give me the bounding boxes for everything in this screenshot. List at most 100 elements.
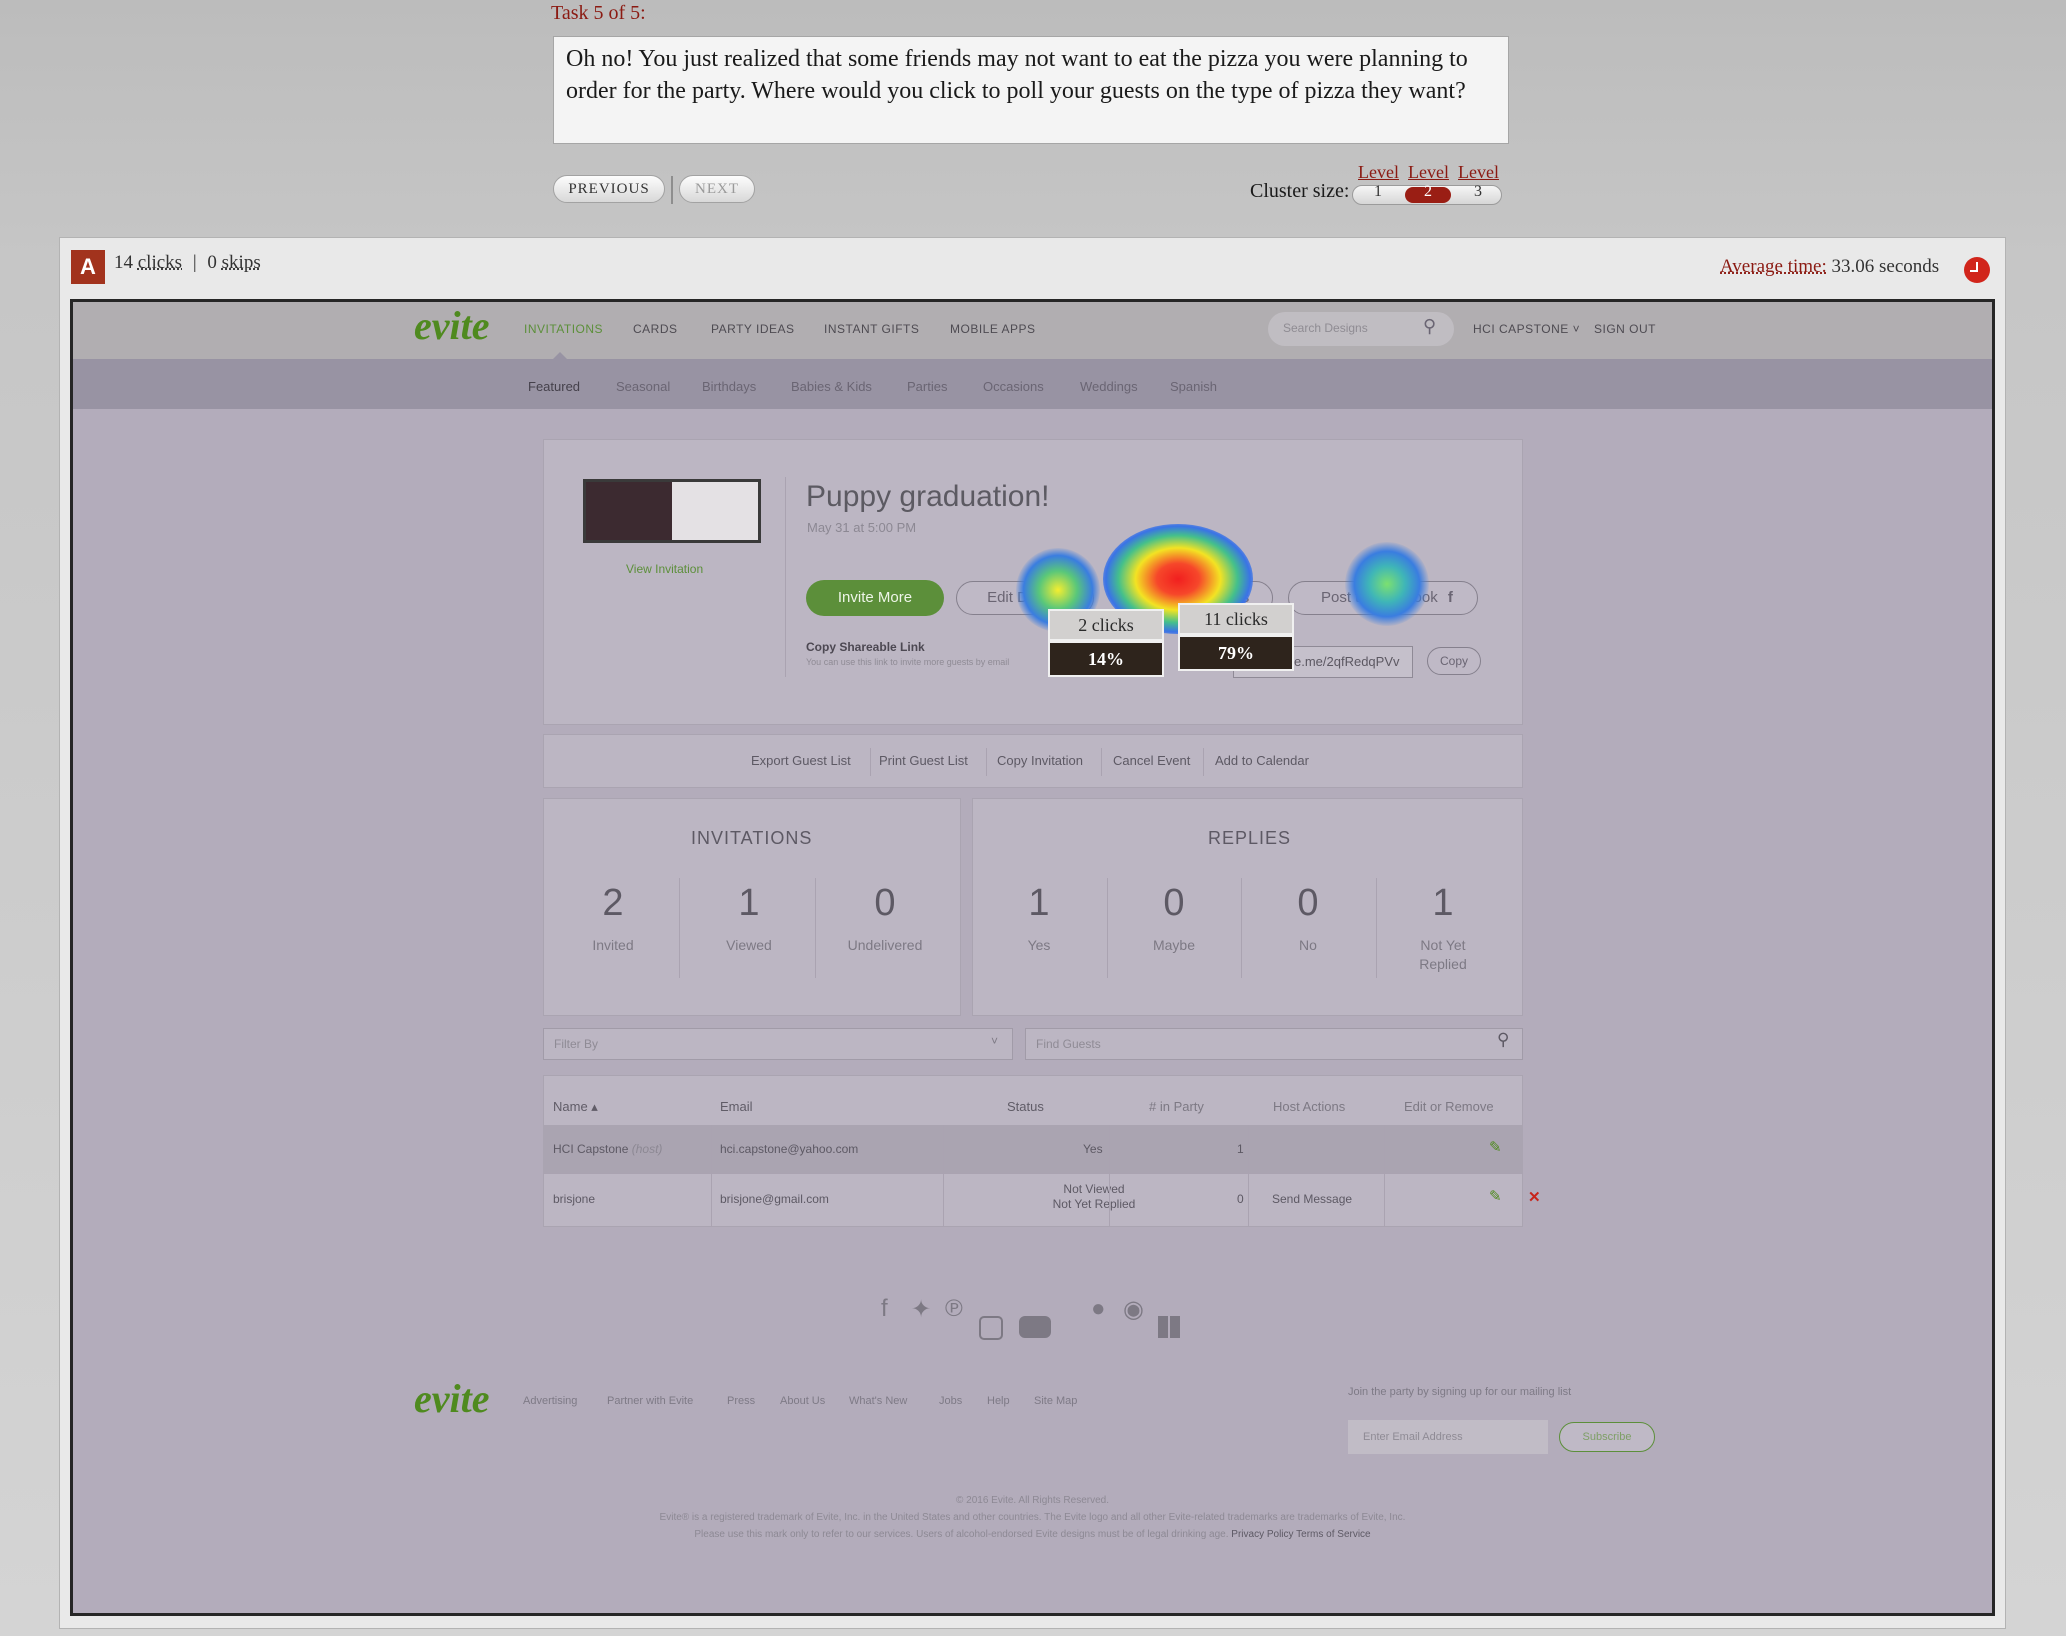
copy-link-label: Copy Shareable Link: [806, 640, 925, 654]
cluster-percent-label: 14%: [1048, 641, 1164, 677]
category-birthdays[interactable]: Birthdays: [702, 379, 756, 394]
legal-text-2-body: Please use this mark only to refer to ou…: [694, 1529, 1229, 1540]
guest-status: Not Viewed Not Yet Replied: [1043, 1182, 1145, 1212]
level-2-link[interactable]: Level: [1408, 162, 1449, 183]
nav-invitations[interactable]: INVITATIONS: [524, 322, 603, 336]
level-3-link[interactable]: Level: [1458, 162, 1499, 183]
undelivered-label: Undelivered: [847, 937, 923, 953]
cluster-option-1[interactable]: 1: [1358, 183, 1398, 201]
footer-site-map[interactable]: Site Map: [1034, 1395, 1077, 1407]
host-tag: (host): [631, 1142, 663, 1156]
nav-mobile-apps[interactable]: MOBILE APPS: [950, 322, 1036, 336]
guest-email: brisjone@gmail.com: [720, 1192, 829, 1206]
yes-count: 1: [1028, 882, 1050, 924]
undelivered-count: 0: [874, 882, 896, 924]
search-icon[interactable]: ⚲: [1497, 1030, 1509, 1050]
action-divider: [1203, 748, 1204, 776]
add-to-calendar-link[interactable]: Add to Calendar: [1215, 753, 1309, 768]
action-divider: [870, 748, 871, 776]
skip-count: 0: [207, 252, 217, 273]
action-divider: [1101, 748, 1102, 776]
mailing-list-text: Join the party by signing up for our mai…: [1348, 1386, 1572, 1398]
cluster-option-3[interactable]: 3: [1458, 183, 1498, 201]
export-guest-list-link[interactable]: Export Guest List: [751, 753, 851, 768]
copy-link-button[interactable]: Copy: [1427, 647, 1481, 675]
footer-about-us[interactable]: About Us: [780, 1395, 825, 1407]
cluster-option-2[interactable]: 2: [1408, 183, 1448, 201]
invited-label: Invited: [592, 937, 634, 953]
previous-button[interactable]: PREVIOUS: [553, 175, 665, 203]
apple-icon[interactable]: ●: [1091, 1295, 1106, 1323]
send-message-link[interactable]: Send Message: [1272, 1192, 1352, 1206]
sign-out-link[interactable]: SIGN OUT: [1594, 322, 1656, 336]
account-menu[interactable]: HCI CAPSTONE ˅: [1473, 322, 1580, 336]
category-babies-kids[interactable]: Babies & Kids: [791, 379, 872, 394]
filter-select[interactable]: Filter By: [543, 1028, 1013, 1060]
footer-help[interactable]: Help: [987, 1395, 1010, 1407]
nav-instant-gifts[interactable]: INSTANT GIFTS: [824, 322, 919, 336]
footer-advertising[interactable]: Advertising: [523, 1395, 577, 1407]
row-divider: [543, 1173, 1523, 1174]
windows-icon[interactable]: [1158, 1316, 1180, 1338]
category-weddings[interactable]: Weddings: [1080, 379, 1138, 394]
category-parties[interactable]: Parties: [907, 379, 947, 394]
facebook-icon[interactable]: f: [881, 1295, 888, 1323]
level-1-link[interactable]: Level: [1358, 162, 1399, 183]
heatmap-spot-post-facebook: [1345, 542, 1429, 626]
terms-of-service-link[interactable]: Terms of Service: [1296, 1529, 1370, 1540]
mailing-email-input[interactable]: Enter Email Address: [1348, 1420, 1548, 1454]
invited-count: 2: [602, 882, 624, 924]
footer-press[interactable]: Press: [727, 1395, 755, 1407]
category-occasions[interactable]: Occasions: [983, 379, 1044, 394]
copyright-text: © 2016 Evite. All Rights Reserved.: [956, 1495, 1109, 1506]
search-placeholder: Search Designs: [1283, 321, 1368, 335]
yes-label: Yes: [1027, 937, 1051, 953]
col-name[interactable]: Name ▴: [553, 1099, 598, 1115]
pinterest-icon[interactable]: ℗: [945, 1295, 963, 1323]
privacy-policy-link[interactable]: Privacy Policy: [1231, 1529, 1293, 1540]
footer-partner[interactable]: Partner with Evite: [607, 1395, 693, 1407]
category-seasonal[interactable]: Seasonal: [616, 379, 670, 394]
android-icon[interactable]: ◉: [1123, 1295, 1144, 1324]
col-host-actions: Host Actions: [1273, 1099, 1346, 1114]
subscribe-button[interactable]: Subscribe: [1559, 1422, 1655, 1452]
search-icon[interactable]: ⚲: [1423, 316, 1436, 337]
click-stats: 14 clicks | 0 skips: [114, 252, 261, 273]
category-row: Featured Seasonal Birthdays Babies & Kid…: [73, 359, 1992, 409]
skips-link[interactable]: skips: [222, 252, 261, 273]
nav-party-ideas[interactable]: PARTY IDEAS: [711, 322, 795, 336]
edit-pencil-icon[interactable]: ✎: [1489, 1187, 1502, 1205]
guest-status: Yes: [1083, 1142, 1103, 1156]
cancel-event-link[interactable]: Cancel Event: [1113, 753, 1190, 768]
col-divider: [1109, 1125, 1110, 1227]
facebook-icon: f: [1447, 589, 1453, 606]
youtube-icon[interactable]: [1019, 1316, 1051, 1338]
find-guests-input[interactable]: Find Guests: [1025, 1028, 1523, 1060]
evite-logo[interactable]: evite: [414, 302, 490, 349]
cluster-percent-label: 79%: [1178, 635, 1294, 671]
copy-invitation-link[interactable]: Copy Invitation: [997, 753, 1083, 768]
invitation-thumbnail[interactable]: [583, 479, 761, 543]
nav-cards[interactable]: CARDS: [633, 322, 678, 336]
instagram-icon[interactable]: [979, 1316, 1003, 1340]
footer-jobs[interactable]: Jobs: [939, 1395, 962, 1407]
heatmap-screenshot[interactable]: evite INVITATIONS CARDS PARTY IDEAS INST…: [70, 299, 1995, 1616]
clicks-link[interactable]: clicks: [138, 252, 182, 273]
edit-pencil-icon[interactable]: ✎: [1489, 1138, 1502, 1156]
action-divider: [986, 748, 987, 776]
footer-whats-new[interactable]: What's New: [849, 1395, 907, 1407]
category-spanish[interactable]: Spanish: [1170, 379, 1217, 394]
print-guest-list-link[interactable]: Print Guest List: [879, 753, 968, 768]
remove-x-icon[interactable]: ✕: [1528, 1188, 1541, 1206]
twitter-icon[interactable]: ✦: [911, 1295, 931, 1324]
view-invitation-link[interactable]: View Invitation: [626, 562, 703, 576]
invite-more-button[interactable]: Invite More: [806, 580, 944, 616]
category-featured[interactable]: Featured: [528, 379, 580, 394]
task-prompt: Oh no! You just realized that some frien…: [553, 36, 1509, 144]
col-divider: [943, 1125, 944, 1227]
chevron-down-icon: ˅: [991, 1034, 999, 1048]
footer-evite-logo[interactable]: evite: [414, 1375, 490, 1422]
next-button[interactable]: NEXT: [679, 175, 755, 203]
stat-divider: [1376, 878, 1377, 978]
guest-name-text: HCI Capstone: [553, 1142, 629, 1156]
